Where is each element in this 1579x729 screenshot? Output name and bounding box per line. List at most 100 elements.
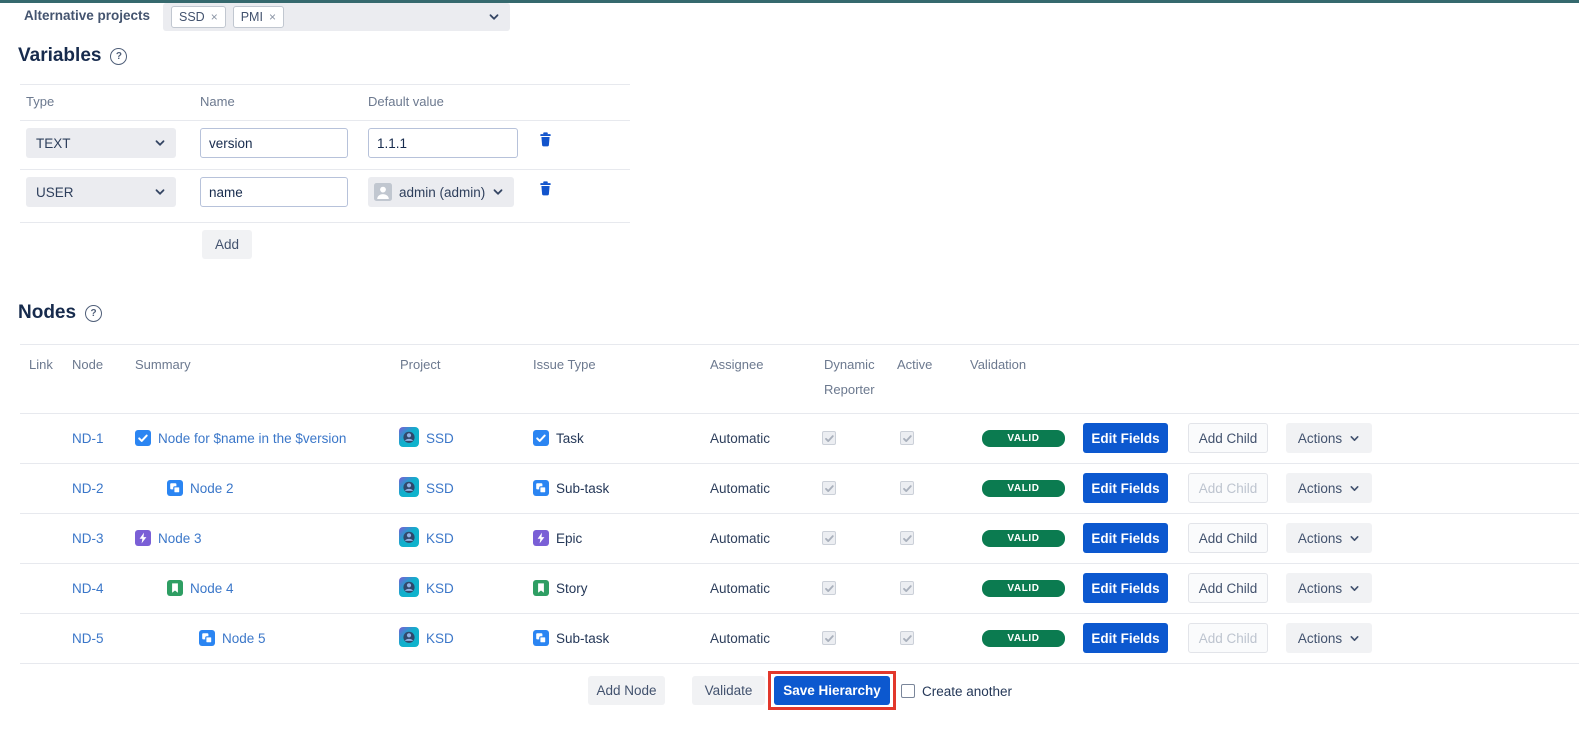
col-node: Node [72,357,104,372]
divider [20,84,630,85]
nodes-title: Nodes [18,302,77,323]
edit-fields-button[interactable]: Edit Fields [1083,623,1168,653]
add-variable-button[interactable]: Add [202,230,252,259]
chevron-down-icon [1349,633,1360,644]
chevron-down-icon [492,186,504,198]
project-link[interactable]: KSD [426,531,454,546]
node-summary-link[interactable]: Node for $name in the $version [158,431,346,446]
validation-badge: VALID [982,480,1065,497]
subtask-icon [533,480,549,496]
add-child-button[interactable]: Add Child [1188,423,1268,453]
validation-badge: VALID [982,630,1065,647]
node-key-link[interactable]: ND-5 [72,631,104,646]
project-avatar [399,526,419,550]
remove-tag-icon[interactable]: × [211,11,218,23]
add-node-button[interactable]: Add Node [588,676,665,705]
issue-type-label: Sub-task [556,480,610,496]
help-icon[interactable]: ? [110,47,128,65]
active-checkbox [900,531,914,545]
col-reporter: Reporter [824,382,875,397]
project-link[interactable]: SSD [426,431,454,446]
project-link[interactable]: KSD [426,581,454,596]
edit-fields-button[interactable]: Edit Fields [1083,423,1168,453]
node-summary-link[interactable]: Node 5 [222,631,266,646]
epic-icon [533,530,549,546]
assignee-value: Automatic [710,630,771,646]
project-avatar [399,626,419,650]
node-summary-link[interactable]: Node 4 [190,581,234,596]
variables-title: Variables [18,45,102,66]
type-value: USER [36,184,74,200]
edit-fields-button[interactable]: Edit Fields [1083,523,1168,553]
divider [20,222,630,223]
type-value: TEXT [36,135,71,151]
add-child-button: Add Child [1188,623,1268,653]
actions-button[interactable]: Actions [1286,573,1372,603]
save-hierarchy-button[interactable]: Save Hierarchy [774,676,890,705]
col-assignee: Assignee [710,357,764,372]
edit-fields-button[interactable]: Edit Fields [1083,573,1168,603]
delete-variable-icon[interactable] [538,180,553,201]
dynamic-reporter-checkbox [822,581,836,595]
assignee-value: Automatic [710,580,771,596]
node-key-link[interactable]: ND-3 [72,531,104,546]
validation-badge: VALID [982,430,1065,447]
dynamic-reporter-checkbox [822,631,836,645]
validation-badge: VALID [982,530,1065,547]
chevron-down-icon [1349,583,1360,594]
alternative-projects-label: Alternative projects [24,8,151,23]
create-another-checkbox[interactable] [901,684,915,698]
node-summary-link[interactable]: Node 3 [158,531,202,546]
variable-name-input[interactable] [200,177,348,207]
subtask-icon [533,630,549,646]
active-checkbox [900,431,914,445]
actions-label: Actions [1297,530,1343,546]
variable-type-select[interactable]: TEXT [26,128,176,158]
help-icon[interactable]: ? [85,304,103,322]
chevron-down-icon [1349,533,1360,544]
variable-default-user-select[interactable]: admin (admin) [368,177,514,207]
add-child-button[interactable]: Add Child [1188,523,1268,553]
col-issue-type: Issue Type [533,357,596,372]
add-child-button[interactable]: Add Child [1188,573,1268,603]
actions-button[interactable]: Actions [1286,473,1372,503]
col-name: Name [200,94,235,109]
validate-button[interactable]: Validate [692,676,765,705]
project-tag-ssd: SSD × [171,6,226,28]
dynamic-reporter-checkbox [822,431,836,445]
node-key-link[interactable]: ND-2 [72,481,104,496]
task-icon [533,430,549,446]
edit-fields-button[interactable]: Edit Fields [1083,473,1168,503]
table-row: ND-2 Node 2 SSD Sub-task Automatic VALID… [20,463,1579,514]
assignee-value: Automatic [710,530,771,546]
col-type: Type [26,94,55,109]
actions-button[interactable]: Actions [1286,423,1372,453]
chevron-down-icon [488,11,500,23]
table-row: ND-4 Node 4 KSD Story Automatic VALID Ed… [20,563,1579,614]
delete-variable-icon[interactable] [538,131,553,152]
node-key-link[interactable]: ND-4 [72,581,104,596]
chevron-down-icon [1349,433,1360,444]
actions-label: Actions [1297,430,1343,446]
remove-tag-icon[interactable]: × [269,11,276,23]
project-link[interactable]: SSD [426,481,454,496]
variable-type-select[interactable]: USER [26,177,176,207]
actions-button[interactable]: Actions [1286,523,1372,553]
nodes-heading: Nodes ? [18,302,103,324]
story-icon [533,580,549,596]
alternative-projects-select[interactable]: SSD × PMI × [163,3,510,31]
actions-label: Actions [1297,630,1343,646]
node-key-link[interactable]: ND-1 [72,431,104,446]
node-summary-link[interactable]: Node 2 [190,481,234,496]
actions-button[interactable]: Actions [1286,623,1372,653]
validation-badge: VALID [982,580,1065,597]
active-checkbox [900,631,914,645]
variable-default-input[interactable] [368,128,518,158]
variable-name-input[interactable] [200,128,348,158]
issue-type-label: Epic [556,530,583,546]
chevron-down-icon [154,137,166,149]
project-link[interactable]: KSD [426,631,454,646]
actions-label: Actions [1297,480,1343,496]
project-avatar [399,576,419,600]
project-avatar [399,426,419,450]
